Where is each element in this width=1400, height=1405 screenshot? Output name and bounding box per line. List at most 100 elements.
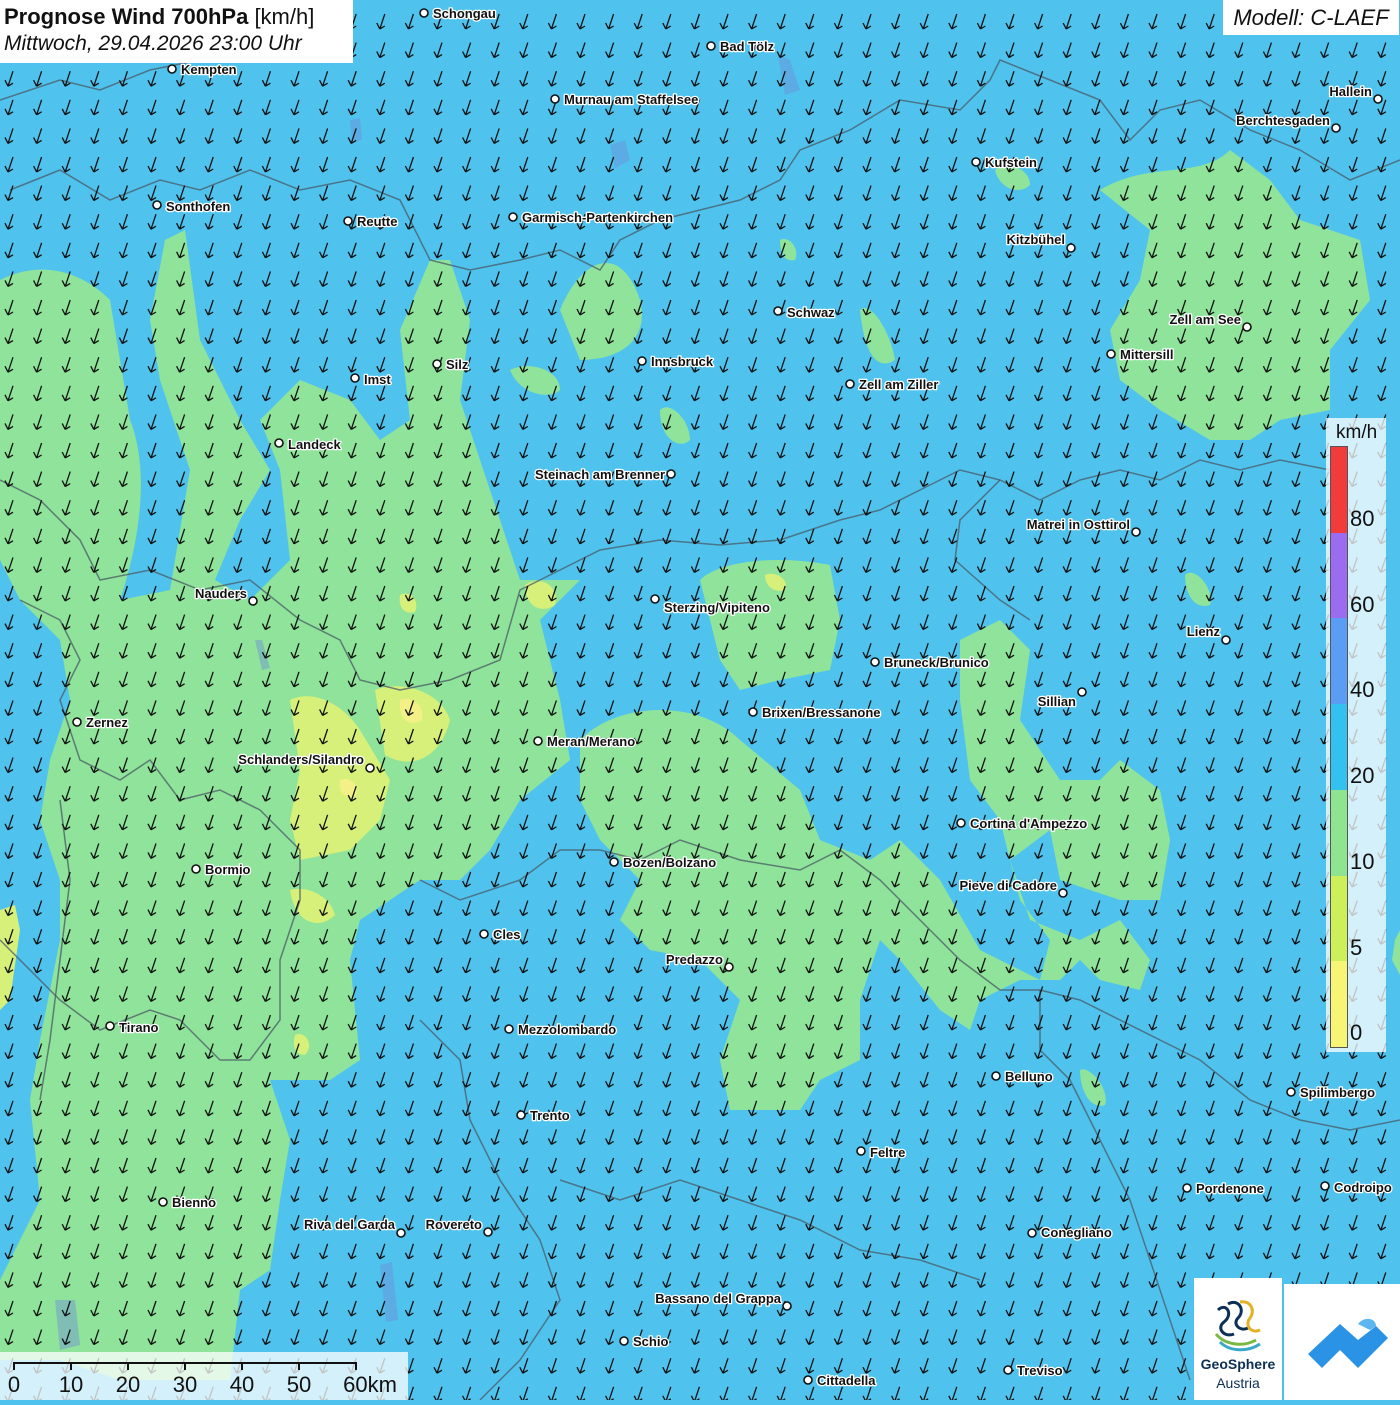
city-marker (1066, 243, 1076, 253)
legend-tick-label: 40 (1350, 677, 1375, 703)
city-label: Nauders (195, 586, 247, 601)
city-marker (1027, 1228, 1037, 1238)
city-marker (1331, 123, 1341, 133)
city-marker (724, 962, 734, 972)
city-marker (609, 857, 619, 867)
city-label: Kufstein (985, 155, 1037, 170)
city-marker (1373, 94, 1383, 104)
city-marker (1242, 322, 1252, 332)
city-label: Feltre (870, 1145, 905, 1160)
scale-label: 10 (58, 1372, 84, 1397)
city-label: Pieve di Cadore (959, 878, 1057, 893)
scale-tick (355, 1362, 357, 1370)
city-label: Rovereto (426, 1217, 482, 1232)
city-label: Schongau (433, 6, 496, 21)
scale-tick (13, 1362, 15, 1370)
legend-segment (1331, 704, 1347, 790)
city-label: Bienno (172, 1195, 216, 1210)
city-marker (274, 438, 284, 448)
city-marker (1221, 635, 1231, 645)
title-box: Prognose Wind 700hPa [km/h] Mittwoch, 29… (0, 0, 353, 63)
city-marker (350, 373, 360, 383)
logo-line1: GeoSphere (1200, 1356, 1276, 1372)
city-label: Kempten (181, 62, 237, 77)
city-label: Riva del Garda (304, 1217, 396, 1232)
city-label: Cles (493, 927, 520, 942)
title-main: Prognose Wind 700hPa (4, 4, 249, 29)
legend-color-bar (1330, 446, 1348, 1048)
scale-label: 30 (172, 1372, 198, 1397)
city-marker (971, 157, 981, 167)
scale-tick (241, 1362, 243, 1370)
city-label: Sonthofen (166, 199, 230, 214)
city-marker (72, 717, 82, 727)
scale-tick (127, 1362, 129, 1370)
city-label: Sterzing/Vipiteno (664, 600, 770, 615)
city-label: Meran/Merano (547, 734, 635, 749)
city-label: Hallein (1329, 84, 1372, 99)
legend-tick-label: 5 (1350, 934, 1363, 960)
city-label: Matrei in Osttirol (1027, 517, 1130, 532)
city-label: Spilimbergo (1300, 1085, 1375, 1100)
legend-tick-label: 80 (1350, 506, 1375, 531)
city-marker (504, 1024, 514, 1034)
city-marker (773, 306, 783, 316)
city-label: Reutte (357, 214, 397, 229)
city-label: Conegliano (1041, 1225, 1112, 1240)
city-label: Predazzo (666, 952, 723, 967)
scale-bar: 0 10 20 30 40 50 60km (0, 1352, 408, 1400)
city-label: Treviso (1017, 1363, 1063, 1378)
city-marker (856, 1146, 866, 1156)
scale-label: 20 (115, 1372, 141, 1397)
map-title: Prognose Wind 700hPa [km/h] (4, 4, 353, 30)
city-marker (1058, 888, 1068, 898)
city-label: Murnau am Staffelsee (564, 92, 698, 107)
city-label: Steinach am Brenner (535, 467, 665, 482)
city-label: Zell am See (1169, 312, 1241, 327)
city-marker (1286, 1087, 1296, 1097)
city-label: Brixen/Bressanone (762, 705, 881, 720)
city-label: Bormio (205, 862, 251, 877)
city-label: Garmisch-Partenkirchen (522, 210, 673, 225)
legend-tick-label: 0 (1350, 1020, 1363, 1046)
city-marker (152, 200, 162, 210)
city-label: Sillian (1038, 694, 1076, 709)
legend-segment (1331, 447, 1347, 533)
city-marker (191, 864, 201, 874)
legend-segment (1331, 532, 1347, 619)
color-legend: km/h 80 60 40 20 10 5 0 (1326, 418, 1386, 1052)
city-label: Cortina d'Ampezzo (970, 816, 1087, 831)
scale-label: 40 (229, 1372, 255, 1397)
city-label: Berchtesgaden (1236, 113, 1330, 128)
city-label: Bozen/Bolzano (623, 855, 716, 870)
city-marker (1077, 687, 1087, 697)
legend-tick-label: 10 (1350, 848, 1375, 874)
city-marker (105, 1021, 115, 1031)
city-label: Cittadella (817, 1373, 876, 1388)
city-marker (479, 929, 489, 939)
city-marker (845, 379, 855, 389)
wind-app-icon (1308, 1318, 1388, 1368)
city-marker (343, 216, 353, 226)
legend-tick-label: 20 (1350, 763, 1375, 789)
city-marker (483, 1227, 493, 1237)
city-marker (1320, 1181, 1330, 1191)
city-marker (782, 1301, 792, 1311)
city-marker (419, 8, 429, 18)
city-marker (991, 1071, 1001, 1081)
city-label: Belluno (1005, 1069, 1053, 1084)
app-logo (1284, 1284, 1400, 1400)
city-label: Tirano (119, 1020, 159, 1035)
city-label: Schwaz (787, 305, 835, 320)
city-label: Codroipo (1334, 1180, 1392, 1195)
city-marker (650, 594, 660, 604)
title-unit: [km/h] (254, 4, 315, 29)
city-marker (158, 1197, 168, 1207)
legend-tick-label: 60 (1350, 591, 1375, 617)
legend-segment (1331, 618, 1347, 705)
city-marker (365, 763, 375, 773)
city-label: Pordenone (1196, 1181, 1264, 1196)
city-marker (706, 41, 716, 51)
city-label: Silz (446, 357, 469, 372)
scale-tick (70, 1362, 72, 1370)
